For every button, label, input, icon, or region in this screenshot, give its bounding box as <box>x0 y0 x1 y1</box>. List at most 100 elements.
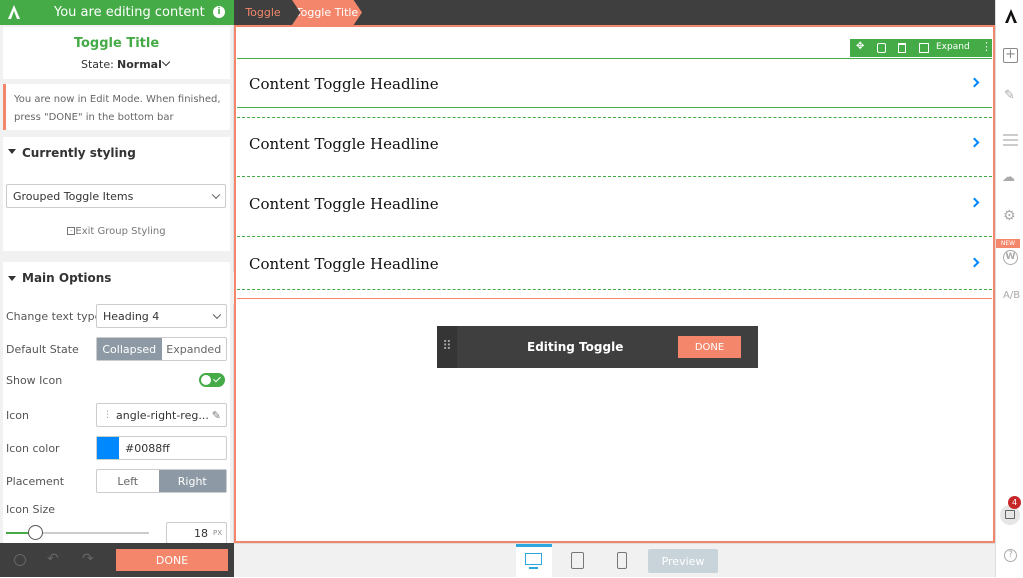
cloud-icon[interactable]: ☁ <box>1002 170 1015 185</box>
translate-icon[interactable]: A/B <box>1003 290 1020 301</box>
show-icon-switch[interactable] <box>199 373 225 387</box>
chevron-down-icon <box>211 190 221 200</box>
mobile-icon[interactable] <box>617 552 627 569</box>
breadcrumb-bar: Toggle Toggle Title <box>234 0 995 25</box>
toggle-item[interactable]: Content Toggle Headline <box>237 179 992 229</box>
toggle-divider <box>237 236 992 237</box>
logo-icon[interactable] <box>5 3 23 21</box>
panel-footer: ↶ ↷ DONE <box>0 543 234 577</box>
icon-size-unit: PX <box>212 529 222 537</box>
caret-down-icon[interactable] <box>8 149 16 154</box>
text-type-value: Heading 4 <box>103 309 160 323</box>
icon-value: angle-right-reg... <box>116 408 209 422</box>
styling-select[interactable]: Grouped Toggle Items <box>6 184 226 208</box>
toggle-headline[interactable]: Content Toggle Headline <box>249 75 439 93</box>
right-toolbar: + ✎ ☁ ⚙ NEW W A/B 4 ? <box>995 0 1023 577</box>
expanded-option[interactable]: Expanded <box>162 338 227 360</box>
icon-picker[interactable]: ⋮ angle-right-reg... ✎ <box>96 403 227 427</box>
device-bar: Preview <box>234 543 995 578</box>
gear-icon[interactable]: ⚙ <box>1003 208 1016 224</box>
history-icon[interactable] <box>14 554 26 566</box>
chevron-down-icon <box>212 310 222 320</box>
placement-left-option[interactable]: Left <box>97 470 159 492</box>
expand-icon[interactable] <box>919 43 929 53</box>
notification-count-badge: 4 <box>1008 496 1021 509</box>
drag-handle-icon: ⋮ <box>103 410 112 420</box>
help-icon[interactable]: ? <box>1004 549 1017 562</box>
default-state-label: Default State <box>6 343 79 356</box>
pencil-icon[interactable]: ✎ <box>212 409 221 422</box>
expand-label[interactable]: Expand <box>936 42 970 52</box>
collapsed-option[interactable]: Collapsed <box>97 338 162 360</box>
tablet-icon[interactable] <box>571 552 584 569</box>
change-text-type-label: Change text type <box>6 310 102 323</box>
new-badge: NEW <box>996 239 1020 248</box>
placement-toggle: Left Right <box>96 469 227 493</box>
redo-icon[interactable]: ↷ <box>82 551 94 567</box>
chevron-right-icon[interactable] <box>969 257 980 268</box>
toggle-headline[interactable]: Content Toggle Headline <box>249 195 439 213</box>
placement-right-option[interactable]: Right <box>158 470 226 492</box>
toggle-item[interactable]: Content Toggle Headline <box>237 119 992 169</box>
element-title: Toggle Title <box>73 36 160 51</box>
icon-size-label: Icon Size <box>6 503 56 516</box>
main-options-heading[interactable]: Main Options <box>22 271 111 285</box>
add-element-icon[interactable]: + <box>1003 48 1018 63</box>
undo-icon[interactable]: ↶ <box>47 551 59 567</box>
trash-icon[interactable] <box>898 43 906 53</box>
notice-text: You are now in Edit Mode. When finished,… <box>14 94 221 123</box>
icon-color-field[interactable]: #0088ff <box>96 436 227 460</box>
layers-icon[interactable] <box>1003 134 1018 146</box>
toggle-item[interactable]: Content Toggle Headline <box>237 58 992 108</box>
icon-size-slider[interactable] <box>6 525 149 540</box>
chevron-down-icon[interactable] <box>161 57 171 67</box>
edit-mode-notice: You are now in Edit Mode. When finished,… <box>3 84 230 130</box>
toggle-divider <box>237 289 992 290</box>
toggle-group-border <box>237 298 992 299</box>
icon-size-input[interactable]: 18 PX <box>166 522 227 544</box>
exit-group-styling-link[interactable]: - Exit Group Styling <box>3 226 230 237</box>
color-swatch[interactable] <box>97 437 119 459</box>
desktop-icon <box>525 553 542 565</box>
breadcrumb-item-toggle[interactable]: Toggle <box>234 0 292 25</box>
editing-done-button[interactable]: DONE <box>678 336 741 358</box>
placement-label: Placement <box>6 475 65 488</box>
element-toolbar: ✥ Expand ⋮ <box>850 39 992 57</box>
drag-handle-icon[interactable]: ⠿ <box>437 326 457 368</box>
caret-down-icon[interactable] <box>8 276 16 281</box>
move-icon[interactable]: ✥ <box>856 41 864 52</box>
icon-color-label: Icon color <box>6 442 60 455</box>
toggle-headline[interactable]: Content Toggle Headline <box>249 135 439 153</box>
info-icon[interactable]: i <box>213 6 225 18</box>
slider-handle[interactable] <box>28 525 43 540</box>
breadcrumb-item-toggle-title[interactable]: Toggle Title <box>292 0 362 25</box>
text-type-select[interactable]: Heading 4 <box>96 304 227 328</box>
chevron-right-icon[interactable] <box>969 197 980 208</box>
icon-size-value: 18 <box>193 526 208 540</box>
currently-styling-heading[interactable]: Currently styling <box>22 146 136 160</box>
currently-styling-section: Currently styling Grouped Toggle Items -… <box>3 137 230 251</box>
preview-button[interactable]: Preview <box>648 549 718 573</box>
chevron-right-icon[interactable] <box>969 77 980 88</box>
state-dropdown[interactable]: Normal <box>117 58 162 71</box>
more-options-icon[interactable]: ⋮ <box>981 40 992 53</box>
toggle-divider <box>237 176 992 177</box>
desktop-view-button[interactable] <box>516 544 552 578</box>
switch-knob <box>201 375 211 385</box>
check-icon <box>213 374 221 383</box>
toggle-divider <box>237 117 992 118</box>
done-button[interactable]: DONE <box>116 549 228 571</box>
editing-title: You are editing content <box>54 5 205 20</box>
wordpress-icon[interactable]: W <box>1003 250 1018 265</box>
editing-bar: ⠿ Editing Toggle DONE <box>437 326 758 368</box>
element-header: Toggle Title State: Normal <box>3 27 230 79</box>
chevron-right-icon[interactable] <box>969 137 980 148</box>
brush-icon[interactable]: ✎ <box>1004 88 1015 103</box>
duplicate-icon[interactable] <box>877 43 886 53</box>
editing-header: You are editing content i <box>0 0 234 25</box>
toggle-item[interactable]: Content Toggle Headline <box>237 239 992 289</box>
logo-icon[interactable] <box>1003 8 1019 24</box>
toggle-headline[interactable]: Content Toggle Headline <box>249 255 439 273</box>
show-icon-label: Show Icon <box>6 374 63 387</box>
editor-panel: You are editing content i Toggle Title S… <box>0 0 234 577</box>
